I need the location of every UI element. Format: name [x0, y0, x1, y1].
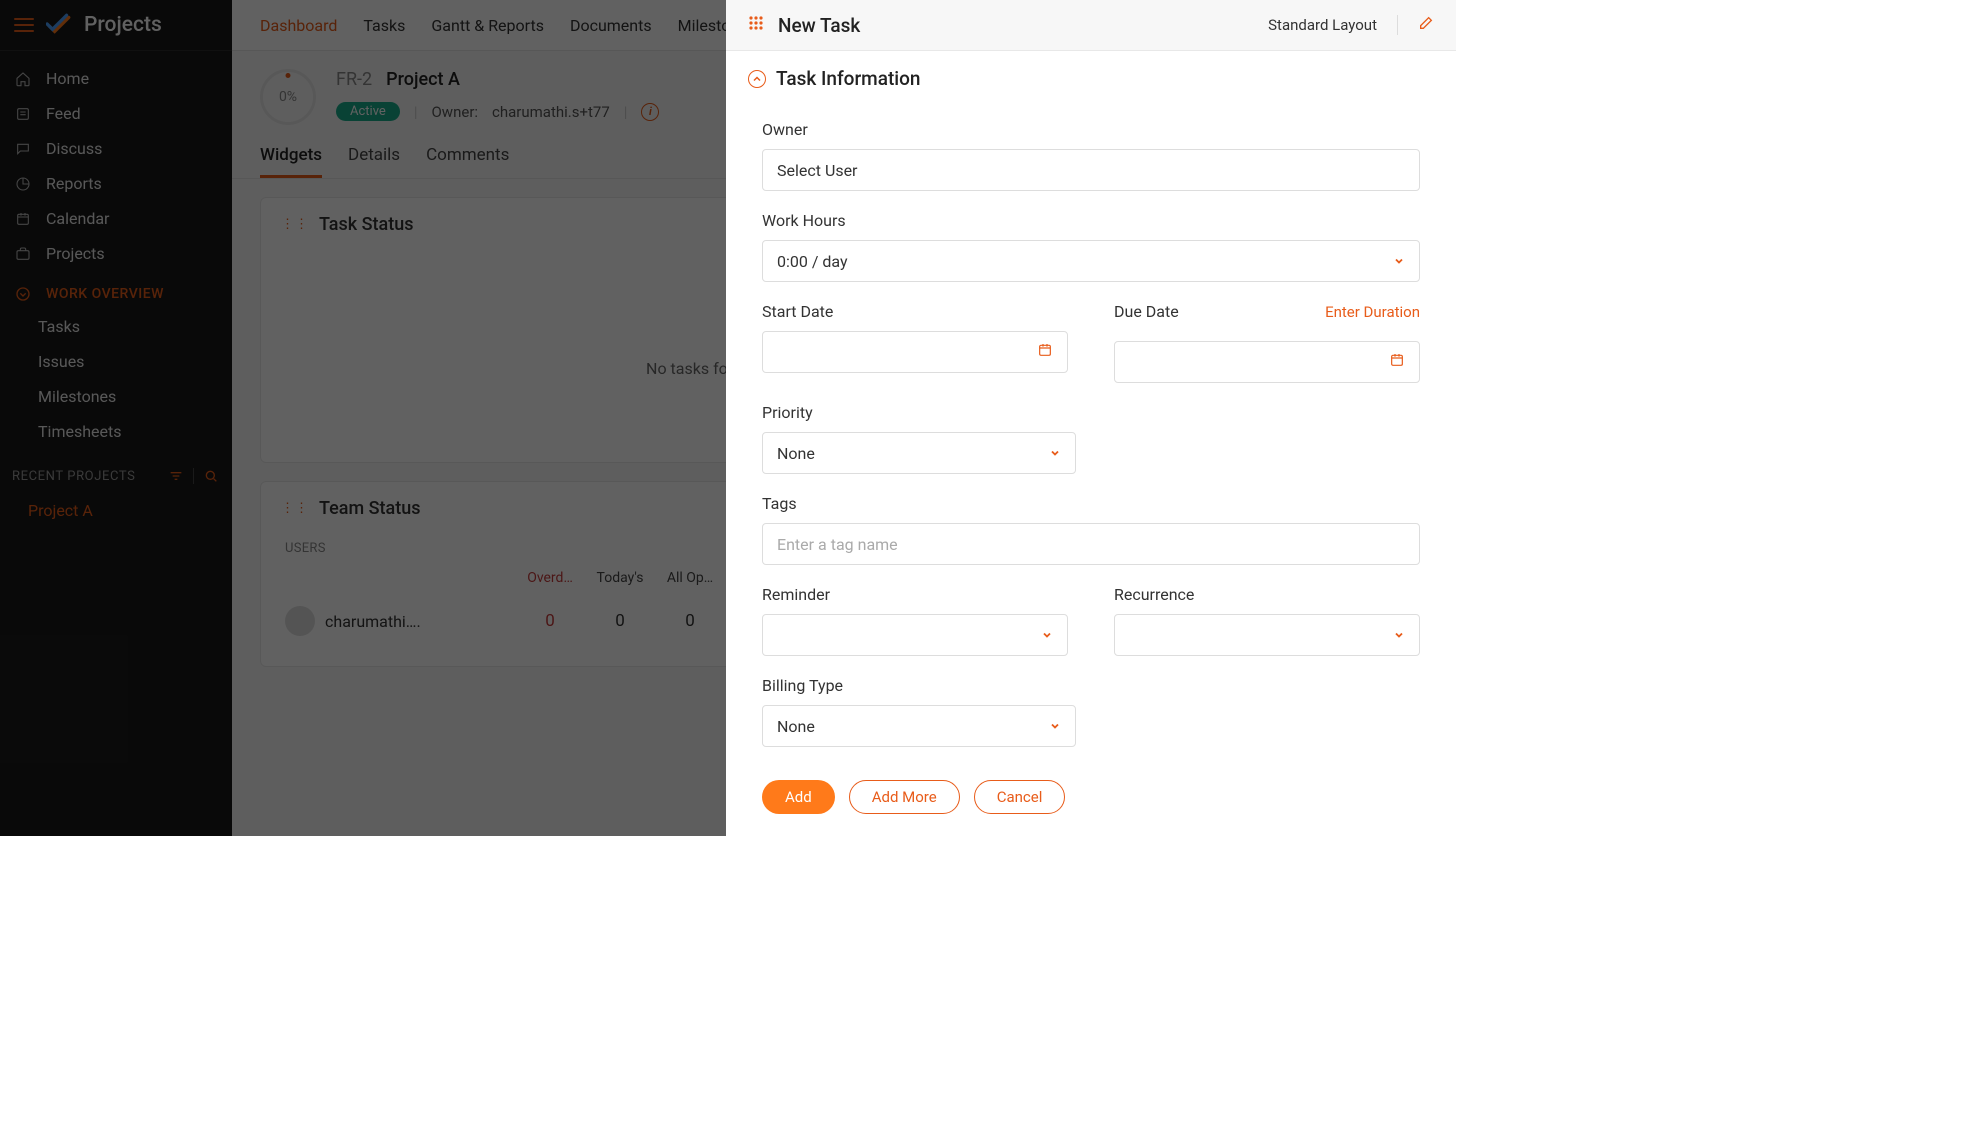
panel-title: New Task — [778, 14, 860, 37]
panel-body: Owner Select User Work Hours 0:00 / day … — [726, 90, 1456, 764]
field-priority: Priority None — [762, 403, 1420, 474]
reminder-select[interactable] — [762, 614, 1068, 656]
collapse-up-icon — [748, 70, 766, 88]
owner-select[interactable]: Select User — [762, 149, 1420, 191]
layout-selector[interactable]: Standard Layout — [1268, 16, 1377, 34]
add-button[interactable]: Add — [762, 780, 835, 814]
field-tags: Tags Enter a tag name — [762, 494, 1420, 565]
enter-duration-link[interactable]: Enter Duration — [1325, 303, 1420, 321]
due-date-input[interactable] — [1114, 341, 1420, 383]
cancel-button[interactable]: Cancel — [974, 780, 1066, 814]
chevron-down-icon — [1393, 626, 1405, 645]
chevron-down-icon — [1393, 252, 1405, 271]
calendar-icon — [1037, 342, 1053, 362]
new-task-panel: New Task Standard Layout Task Informatio… — [726, 0, 1456, 836]
edit-layout-icon[interactable] — [1418, 15, 1434, 35]
section-task-information[interactable]: Task Information — [726, 51, 1456, 90]
field-reminder: Reminder — [762, 585, 1068, 656]
add-more-button[interactable]: Add More — [849, 780, 960, 814]
chevron-down-icon — [1049, 444, 1061, 463]
tags-input[interactable]: Enter a tag name — [762, 523, 1420, 565]
field-recurrence: Recurrence — [1114, 585, 1420, 656]
panel-header: New Task Standard Layout — [726, 0, 1456, 51]
calendar-icon — [1389, 352, 1405, 372]
panel-footer: Add Add More Cancel — [726, 764, 1456, 836]
field-billing-type: Billing Type None — [762, 676, 1420, 747]
chevron-down-icon — [1049, 717, 1061, 736]
recurrence-select[interactable] — [1114, 614, 1420, 656]
field-start-date: Start Date — [762, 302, 1068, 383]
start-date-input[interactable] — [762, 331, 1068, 373]
field-owner: Owner Select User — [762, 120, 1420, 191]
field-due-date: Due Date Enter Duration — [1114, 302, 1420, 383]
priority-select[interactable]: None — [762, 432, 1076, 474]
field-work-hours: Work Hours 0:00 / day — [762, 211, 1420, 282]
billing-select[interactable]: None — [762, 705, 1076, 747]
work-hours-select[interactable]: 0:00 / day — [762, 240, 1420, 282]
apps-grid-icon[interactable] — [748, 15, 764, 35]
chevron-down-icon — [1041, 626, 1053, 645]
